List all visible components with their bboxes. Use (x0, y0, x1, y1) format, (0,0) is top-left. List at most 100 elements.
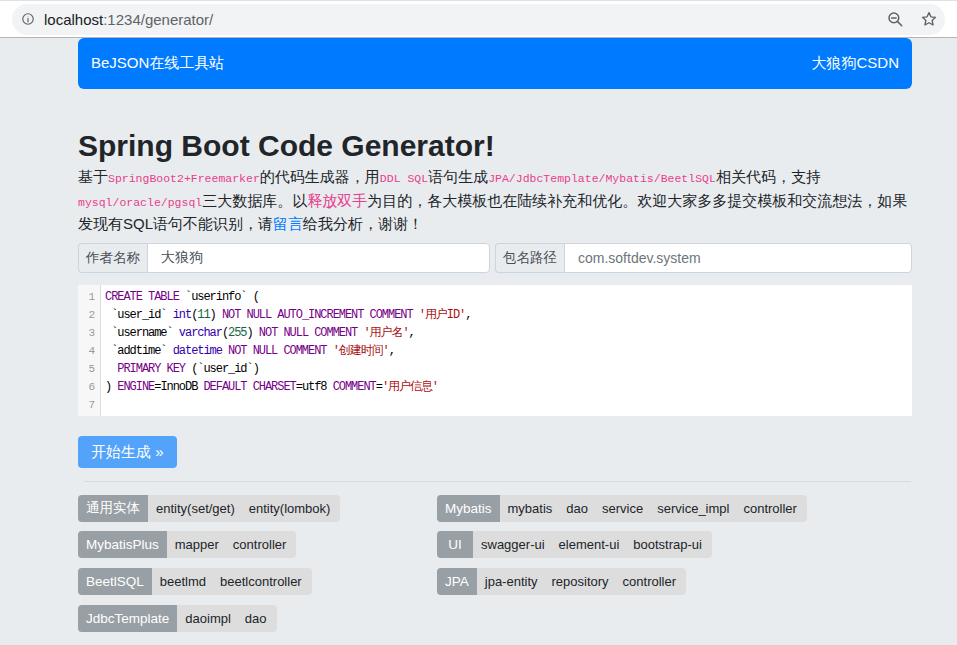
token-plain: `addtime` (105, 344, 173, 358)
token-plain: ) (210, 308, 222, 322)
code-line (105, 396, 912, 414)
author-label: 作者名称 (78, 243, 147, 273)
code-line: PRIMARY KEY (`user_id`) (105, 360, 912, 378)
token-plain: ) (247, 326, 259, 340)
token-kw: NOT NULL COMMENT (259, 326, 357, 340)
tag-group-label: JPA (437, 568, 477, 595)
code-line: `addtime` datetime NOT NULL COMMENT '创建时… (105, 342, 912, 360)
editor-code[interactable]: CREATE TABLE `userinfo` ( `user_id` int(… (101, 285, 912, 416)
line-number: 7 (78, 396, 95, 414)
template-link-controller[interactable]: controller (226, 537, 293, 552)
template-link-daoimpl[interactable]: daoimpl (178, 611, 238, 626)
template-link-controller[interactable]: controller (736, 501, 803, 516)
intro-text: 给我分析，谢谢！ (303, 215, 423, 232)
package-label: 包名路径 (495, 243, 564, 273)
template-link-element-ui[interactable]: element-ui (552, 537, 627, 552)
token-kw: NOT NULL COMMENT (228, 344, 326, 358)
package-input[interactable] (564, 243, 912, 273)
intro-text: 语句生成 (428, 168, 488, 185)
token-plain: `user_id` (105, 308, 173, 322)
star-icon[interactable] (920, 10, 938, 28)
intro-paragraph: 基于SpringBoot2+Freemarker的代码生成器，用DDL SQL语… (78, 165, 912, 236)
token-plain: (`user_id`) (185, 362, 259, 376)
token-plain: `username` (105, 326, 179, 340)
line-number: 4 (78, 342, 95, 360)
url-host: localhost (44, 11, 103, 28)
template-link-service_impl[interactable]: service_impl (650, 501, 736, 516)
sql-editor[interactable]: 1234567 CREATE TABLE `userinfo` ( `user_… (78, 285, 912, 416)
template-link-dao[interactable]: dao (559, 501, 595, 516)
token-type: int (173, 308, 191, 322)
line-number: 1 (78, 288, 95, 306)
intro-code: mysql/oracle/pgsql (78, 196, 202, 209)
intro-line: mysql/oracle/pgsql三大数据库。以释放双手为目的，各大模板也在陆… (78, 189, 912, 213)
template-link-mapper[interactable]: mapper (168, 537, 226, 552)
tag-group-label: UI (437, 531, 473, 558)
template-link-swagger-ui[interactable]: swagger-ui (474, 537, 552, 552)
intro-link[interactable]: 留言 (273, 215, 303, 232)
line-number: 3 (78, 324, 95, 342)
tag-group-label: MybatisPlus (78, 531, 167, 558)
template-link-service[interactable]: service (595, 501, 650, 516)
tag-group-label: JdbcTemplate (78, 605, 177, 632)
browser-chrome: localhost:1234/generator/ (0, 0, 957, 38)
url-path: :1234/generator/ (103, 11, 213, 28)
line-number: 6 (78, 378, 95, 396)
token-num: 11 (197, 308, 209, 322)
token-plain: =InnoDB (154, 380, 203, 394)
template-link-mybatis[interactable]: mybatis (501, 501, 560, 516)
token-type: datetime (173, 344, 222, 358)
template-groups: 通用实体entity(set/get)entity(lombok) Mybatis… (78, 495, 912, 632)
token-kw: NOT NULL AUTO_INCREMENT COMMENT (222, 308, 413, 322)
tag-group-label: BeetlSQL (78, 568, 152, 595)
tag-group-MybatisPlus: MybatisPlusmappercontroller (78, 531, 296, 558)
template-link-jpa-entity[interactable]: jpa-entity (478, 574, 545, 589)
code-line: ) ENGINE=InnoDB DEFAULT CHARSET=utf8 COM… (105, 378, 912, 396)
editor-gutter: 1234567 (78, 285, 101, 416)
navbar-right-link[interactable]: 大狼狗CSDN (811, 54, 899, 73)
code-line: `user_id` int(11) NOT NULL AUTO_INCREMEN… (105, 306, 912, 324)
tag-group-UI: UIswagger-uielement-uibootstrap-ui (437, 531, 712, 558)
tag-group-BeetlSQL: BeetlSQLbeetlmdbeetlcontroller (78, 568, 312, 595)
token-kw: COMMENT (333, 380, 376, 394)
generate-button[interactable]: 开始生成 » (78, 436, 177, 468)
tag-group-JPA: JPAjpa-entityrepositorycontroller (437, 568, 686, 595)
code-line: `username` varchar(255) NOT NULL COMMENT… (105, 324, 912, 342)
template-link-bootstrap-ui[interactable]: bootstrap-ui (626, 537, 709, 552)
line-number: 2 (78, 306, 95, 324)
tag-group-label: Mybatis (437, 495, 500, 522)
page-title: Spring Boot Code Generator! (78, 128, 912, 163)
token-plain: `userinfo` ( (179, 290, 259, 304)
intro-text: 的代码生成器，用 (260, 168, 380, 185)
template-link-controller[interactable]: controller (616, 574, 683, 589)
address-bar[interactable]: localhost:1234/generator/ (44, 11, 213, 28)
info-icon[interactable] (21, 12, 35, 26)
token-plain: ) (105, 380, 117, 394)
token-num: 255 (228, 326, 246, 340)
intro-code: JPA/JdbcTemplate/Mybatis/BeetlSQL (488, 172, 716, 185)
template-link-dao[interactable]: dao (238, 611, 274, 626)
form-row: 作者名称 包名路径 (78, 243, 912, 273)
tag-group-通用实体: 通用实体entity(set/get)entity(lombok) (78, 495, 340, 522)
template-link-beetlcontroller[interactable]: beetlcontroller (213, 574, 309, 589)
site-navbar: BeJSON在线工具站 大狼狗CSDN (78, 38, 912, 89)
template-link-entity(lombok)[interactable]: entity(lombok) (242, 501, 338, 516)
token-plain: , (409, 326, 415, 340)
zoom-icon[interactable] (886, 10, 904, 28)
template-link-repository[interactable]: repository (545, 574, 616, 589)
token-kw: CREATE TABLE (105, 290, 179, 304)
intro-highlight: 释放双手 (307, 192, 367, 209)
package-input-group: 包名路径 (495, 243, 912, 273)
intro-code: SpringBoot2+Freemarker (108, 172, 260, 185)
code-line: CREATE TABLE `userinfo` ( (105, 288, 912, 306)
template-link-beetlmd[interactable]: beetlmd (153, 574, 213, 589)
intro-text: 基于 (78, 168, 108, 185)
template-link-entity(set/get)[interactable]: entity(set/get) (149, 501, 242, 516)
divider (84, 481, 911, 482)
tag-group-label: 通用实体 (78, 495, 148, 522)
line-number: 5 (78, 360, 95, 378)
token-kw: PRIMARY KEY (117, 362, 185, 376)
navbar-brand[interactable]: BeJSON在线工具站 (91, 54, 224, 73)
intro-text: 三大数据库。以 (202, 192, 307, 209)
author-input[interactable] (147, 243, 490, 273)
